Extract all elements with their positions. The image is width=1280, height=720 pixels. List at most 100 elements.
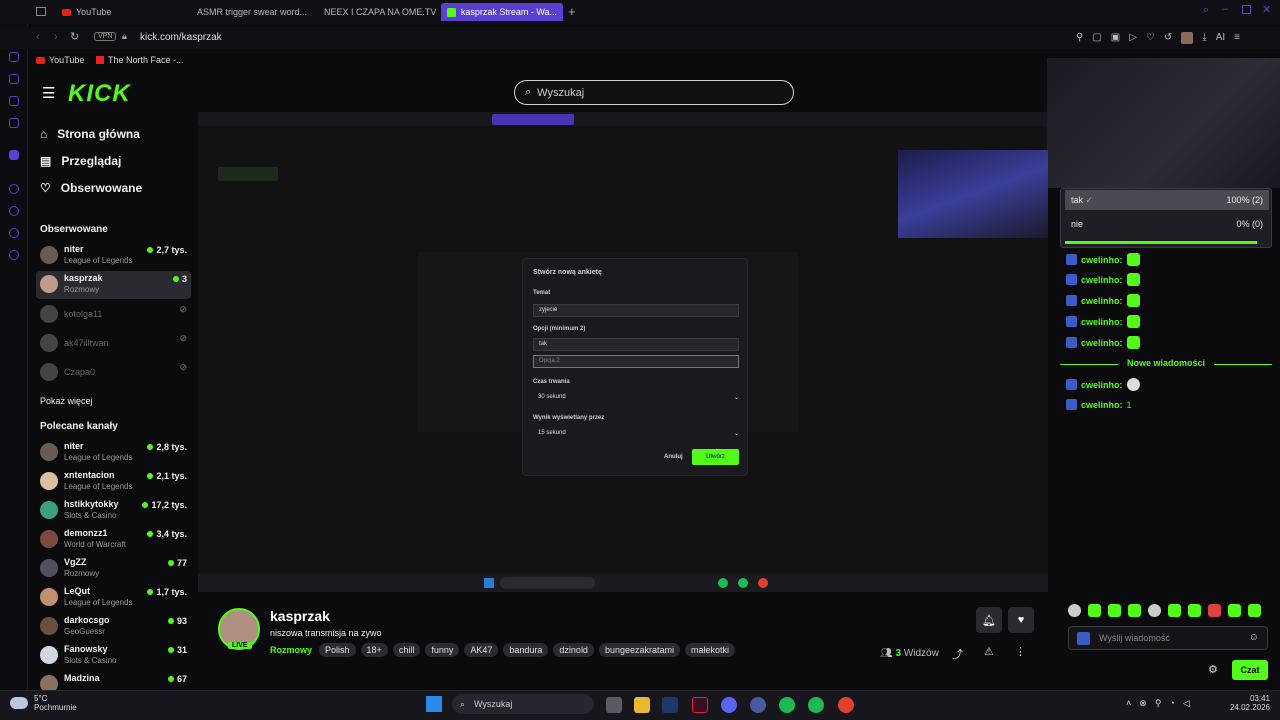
new-tab-icon[interactable]: +: [568, 4, 576, 19]
option-1-field[interactable]: tak: [533, 338, 739, 351]
forward-icon[interactable]: ›: [54, 31, 58, 43]
pin-icon[interactable]: ⚲: [1076, 32, 1083, 44]
url-field[interactable]: kick.com/kasprzak: [140, 32, 222, 43]
taskbar-search[interactable]: ⌕ Wyszukaj: [452, 694, 594, 714]
tag[interactable]: chill: [392, 643, 421, 657]
nav-home[interactable]: ⌂ Strona główna: [40, 127, 140, 141]
create-poll-button[interactable]: Utwórz: [692, 449, 739, 465]
emote-icon[interactable]: [1188, 604, 1201, 617]
vpn-badge[interactable]: VPN: [94, 32, 117, 41]
reload-icon[interactable]: ↻: [70, 30, 79, 43]
notification-bell-button[interactable]: 🔔︎: [976, 607, 1002, 633]
task-view-icon[interactable]: [606, 697, 622, 713]
emote-icon[interactable]: [1068, 604, 1081, 617]
followed-channel[interactable]: kasprzak Rozmowy 3: [36, 271, 191, 299]
followed-channel[interactable]: niter League of Legends 2,7 tys.: [36, 242, 191, 270]
more-options-icon[interactable]: ⋮: [1015, 645, 1026, 658]
steam-icon[interactable]: [662, 697, 678, 713]
option-2-field[interactable]: Opcja 2: [533, 355, 739, 368]
file-explorer-icon[interactable]: [634, 697, 650, 713]
volume-icon[interactable]: ◁: [1183, 698, 1190, 709]
tag[interactable]: funny: [425, 643, 460, 657]
recommended-channel[interactable]: niter League of Legends 2,8 tys.: [36, 439, 191, 467]
download-icon[interactable]: ⤓: [1202, 32, 1206, 44]
chevron-up-icon[interactable]: ˄: [1126, 698, 1131, 709]
clock[interactable]: 03:41 24.02.2026: [1216, 694, 1270, 712]
menu-icon[interactable]: ≡: [1234, 32, 1240, 44]
tag[interactable]: AK47: [464, 643, 499, 657]
new-messages-divider[interactable]: Nowe wiadomości: [1060, 358, 1272, 370]
search-input[interactable]: ⌕ Wyszukaj: [514, 80, 794, 105]
chrome-icon[interactable]: [838, 697, 854, 713]
sidebar-app-icon[interactable]: [9, 206, 19, 216]
category-link[interactable]: Rozmowy: [270, 645, 312, 655]
snapshot-icon[interactable]: ▢: [1092, 32, 1101, 44]
recommended-channel[interactable]: darkocsgo GeoGuessr 93: [36, 613, 191, 641]
app-icon[interactable]: [750, 697, 766, 713]
tab-neex[interactable]: NEEX I CZAPA NA OME.TV: [313, 3, 438, 21]
start-button[interactable]: [426, 696, 442, 712]
spotify-icon[interactable]: [779, 697, 795, 713]
emote-icon[interactable]: [1108, 604, 1121, 617]
sidebar-app-icon[interactable]: [9, 184, 19, 194]
tag[interactable]: bandura: [503, 643, 549, 657]
chat-input[interactable]: Wyślij wiadomość ☺: [1068, 626, 1268, 650]
emote-icon[interactable]: [1248, 604, 1261, 617]
recommended-channel[interactable]: VgZZ Rozmowy 77: [36, 555, 191, 583]
back-icon[interactable]: ‹: [36, 31, 40, 43]
chat-settings-icon[interactable]: ⚙: [1208, 663, 1218, 676]
tag[interactable]: małekotki: [685, 643, 736, 657]
opera-gx-icon[interactable]: [692, 697, 708, 713]
follow-button[interactable]: ♥: [1008, 607, 1034, 633]
recommended-channel[interactable]: xntentacion League of Legends 2,1 tys.: [36, 468, 191, 496]
kick-logo[interactable]: KICK: [68, 80, 131, 108]
emote-icon[interactable]: [1088, 604, 1101, 617]
aria-icon[interactable]: AI: [1216, 32, 1225, 44]
emote-icon[interactable]: [1228, 604, 1241, 617]
sidebar-app-icon[interactable]: [9, 74, 19, 84]
topic-field[interactable]: zyjecie: [533, 304, 739, 317]
emote-icon[interactable]: [1148, 604, 1161, 617]
duration-select[interactable]: 30 sekund ⌄: [533, 394, 739, 406]
cancel-button[interactable]: Anuluj: [664, 454, 683, 460]
followed-channel[interactable]: Czapa0 ⊘: [36, 359, 191, 387]
followed-channel[interactable]: kotolga11 ⊘: [36, 301, 191, 329]
tag[interactable]: bungeezakratami: [598, 643, 680, 657]
tab-kasprzak[interactable]: kasprzak Stream - Wa...: [441, 3, 563, 21]
nav-following[interactable]: ♡ Obserwowane: [40, 181, 142, 195]
settings-icon[interactable]: [9, 250, 19, 260]
tag[interactable]: Polish: [319, 643, 356, 657]
streamer-name[interactable]: kasprzak: [270, 608, 330, 624]
result-select[interactable]: 15 sekund ⌄: [533, 430, 739, 442]
share-icon[interactable]: ⤴: [952, 646, 963, 662]
emote-icon[interactable]: [1168, 604, 1181, 617]
search-tabs-icon[interactable]: ⌕: [1203, 4, 1209, 17]
heart-icon[interactable]: ♡: [1146, 32, 1155, 44]
wifi-icon[interactable]: ◔: [1169, 698, 1174, 709]
recommended-channel[interactable]: Madzina 67: [36, 671, 191, 693]
followed-channel[interactable]: ak47illtwan ⊘: [36, 330, 191, 358]
wallet-icon[interactable]: ▣: [1111, 32, 1120, 44]
weather-widget[interactable]: 5°C Pochmurnie: [34, 694, 77, 712]
bookmark-youtube[interactable]: YouTube: [36, 55, 84, 65]
extension-icon[interactable]: [1181, 32, 1194, 44]
maximize-icon[interactable]: [1242, 5, 1251, 14]
recommended-channel[interactable]: LeQut League of Legends 1,7 tys.: [36, 584, 191, 612]
recommended-channel[interactable]: hstikkytokky Slots & Casino 17,2 tys.: [36, 497, 191, 525]
close-icon[interactable]: ✕: [1262, 3, 1271, 16]
hamburger-menu-icon[interactable]: ☰: [42, 84, 55, 102]
network-icon[interactable]: ⊗: [1139, 698, 1147, 709]
weather-icon[interactable]: [10, 697, 28, 709]
twitch-icon[interactable]: [9, 150, 19, 160]
sidebar-app-icon[interactable]: [9, 118, 19, 128]
emote-icon[interactable]: [1128, 604, 1141, 617]
emoji-icon[interactable]: ☺: [1249, 632, 1259, 643]
sidebar-app-icon[interactable]: [9, 228, 19, 238]
history-icon[interactable]: ↺: [1164, 32, 1172, 44]
send-chat-button[interactable]: Czat: [1232, 660, 1268, 680]
tag[interactable]: dzinold: [553, 643, 594, 657]
tab-asmr[interactable]: ASMR trigger swear word...: [186, 3, 311, 21]
player-icon[interactable]: ▷: [1129, 32, 1137, 44]
bookmark-north-face[interactable]: The North Face -...: [96, 55, 184, 65]
recommended-channel[interactable]: demonzz1 World of Warcraft 3,4 tys.: [36, 526, 191, 554]
